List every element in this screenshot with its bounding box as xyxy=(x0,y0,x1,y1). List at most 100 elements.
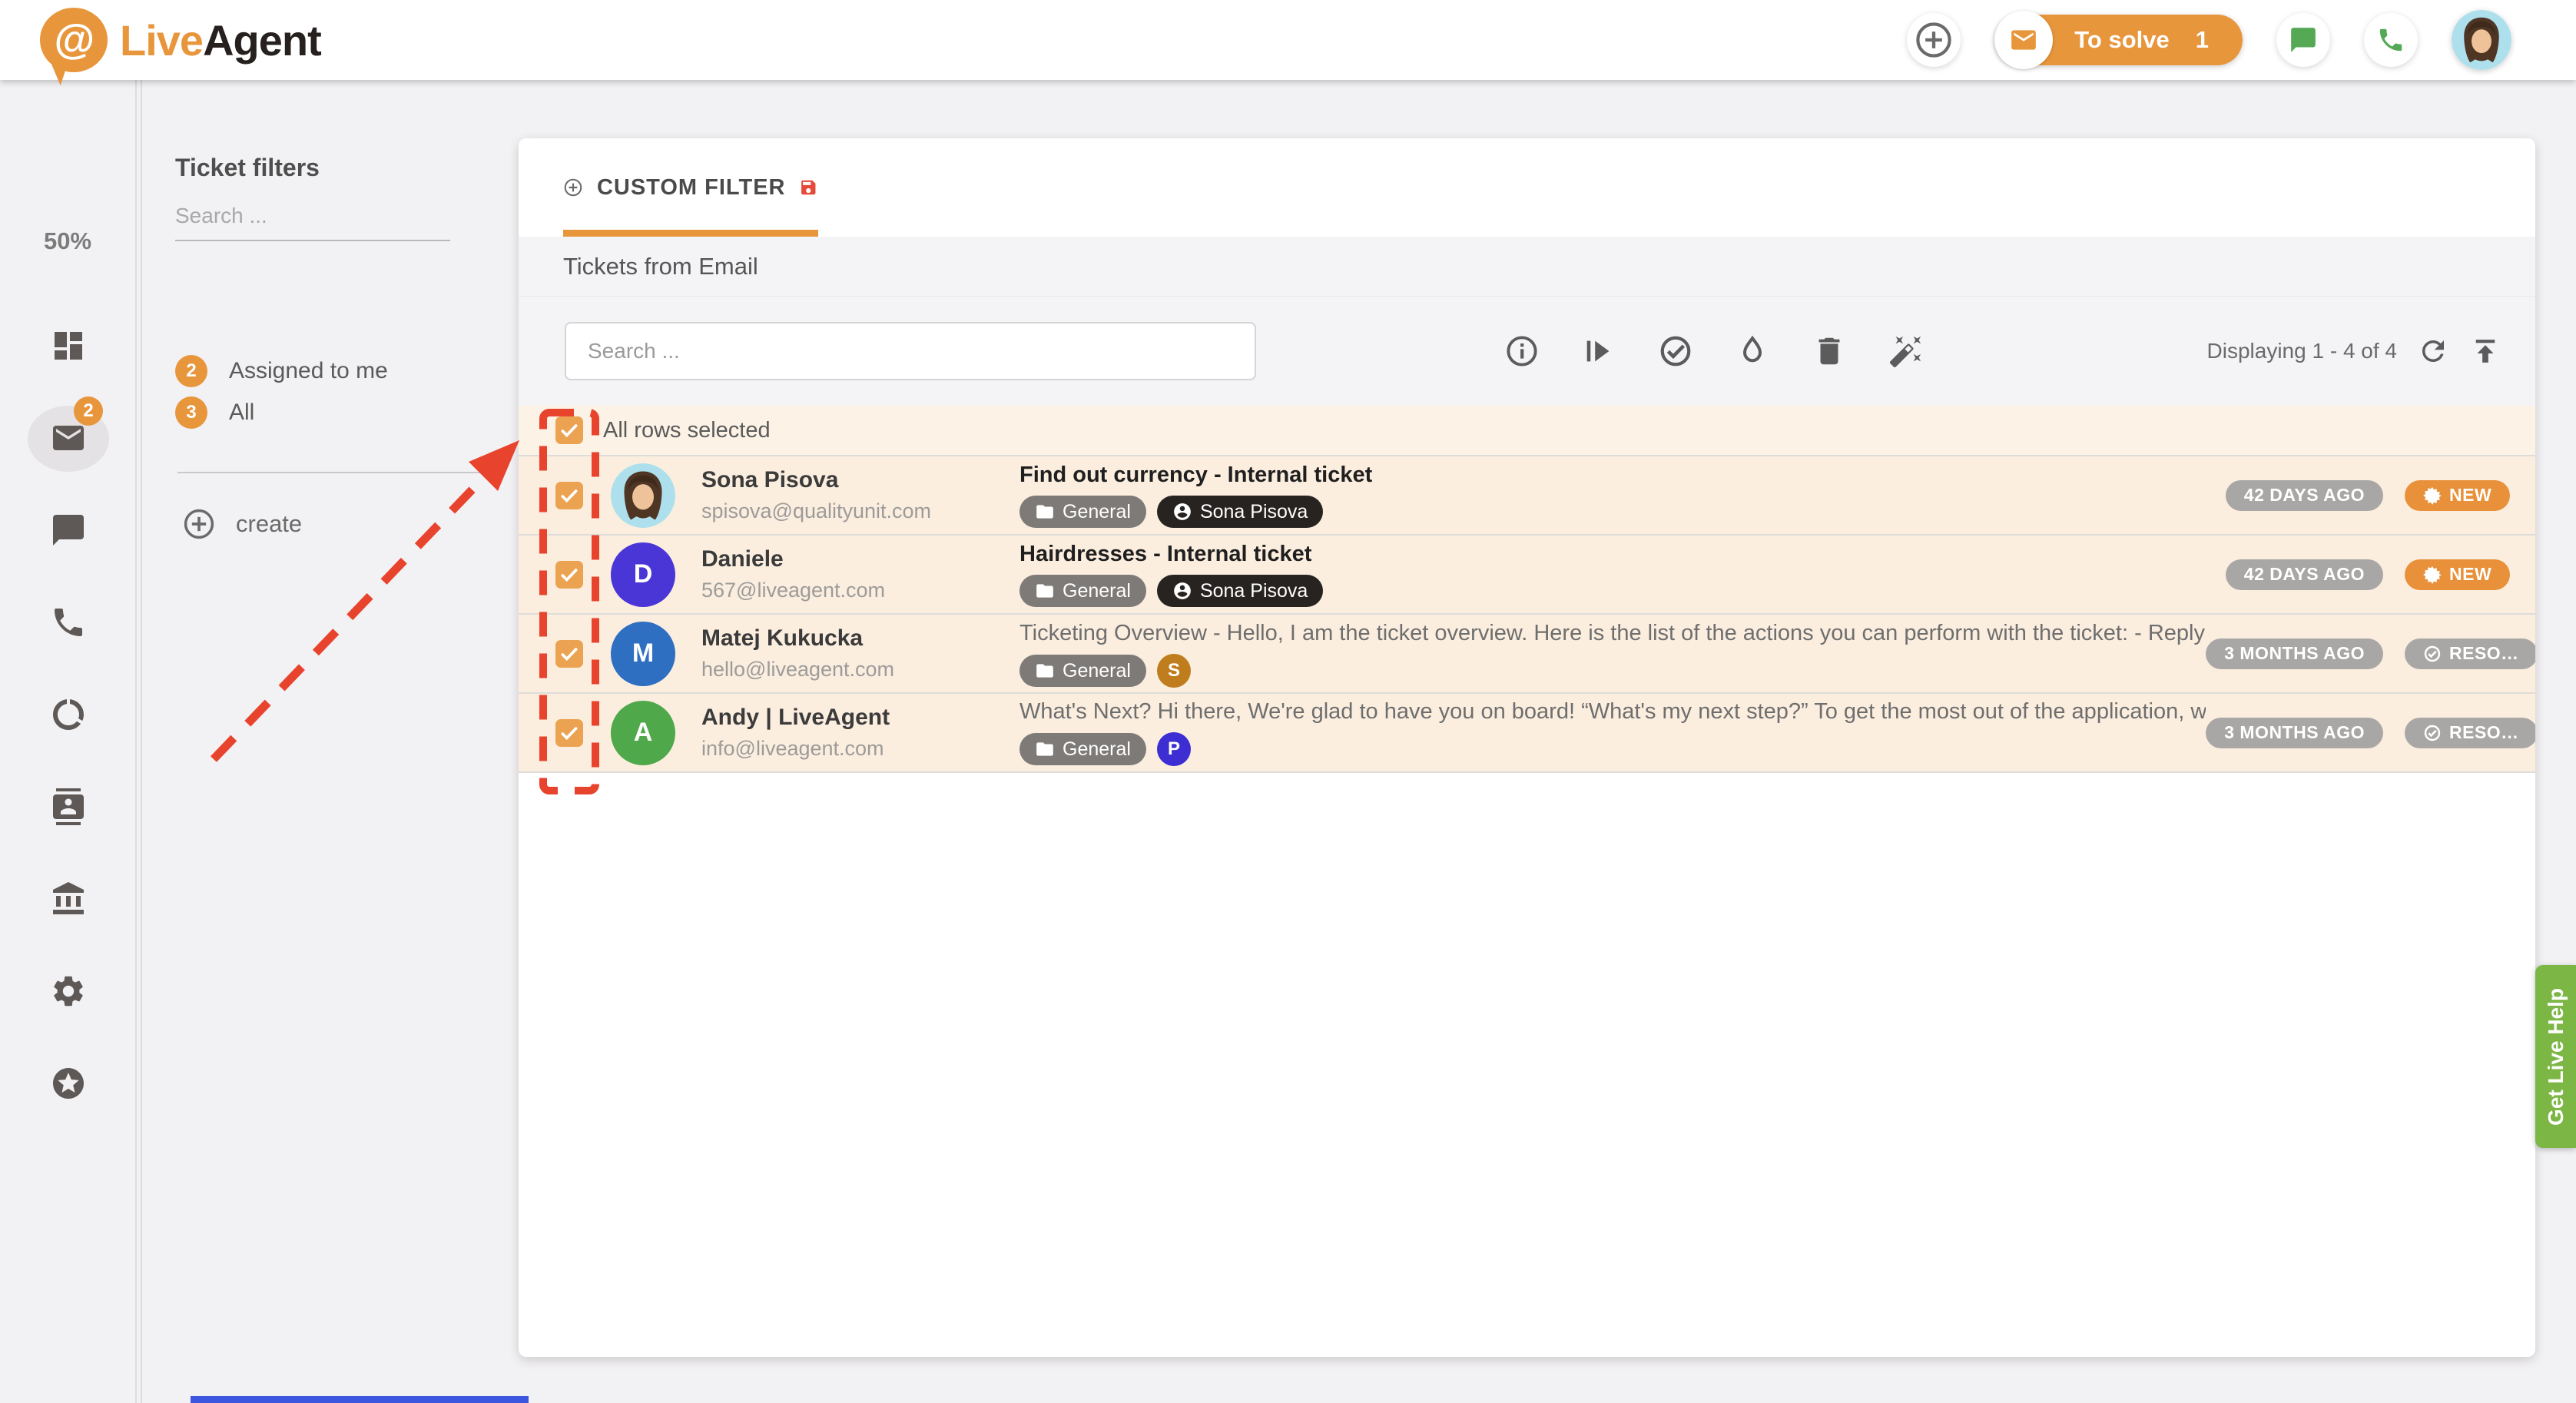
spam-button[interactable] xyxy=(1725,323,1780,379)
add-new-button[interactable] xyxy=(1907,13,1961,67)
status-badge: RESO… xyxy=(2405,638,2535,669)
filter-count-badge: 2 xyxy=(175,355,207,387)
person-circle-icon xyxy=(1172,502,1192,522)
to-solve-envelope-circle xyxy=(1994,11,2053,69)
mass-action-button[interactable] xyxy=(1878,323,1934,379)
empty-area xyxy=(519,773,2535,1342)
phone-icon xyxy=(50,604,87,641)
agent-tag[interactable]: Sona Pisova xyxy=(1157,575,1323,607)
ticket-subject[interactable]: Find out currency - Internal ticket xyxy=(1019,463,2218,488)
plus-circle-icon xyxy=(563,174,583,201)
tab-custom-filter[interactable]: CUSTOM FILTER xyxy=(563,138,818,237)
avatar-initial: D xyxy=(611,542,675,607)
trash-icon xyxy=(1812,333,1847,369)
agent-initial-tag[interactable]: P xyxy=(1157,732,1191,766)
contacts-icon xyxy=(50,788,87,825)
nav-tickets[interactable]: 2 xyxy=(0,400,137,476)
filter-label: Assigned to me xyxy=(229,358,388,384)
check-icon xyxy=(559,723,579,743)
refresh-icon[interactable] xyxy=(2417,335,2449,367)
get-live-help-button[interactable]: Get Live Help xyxy=(2535,965,2576,1148)
ticket-subject[interactable]: What's Next? Hi there, We're glad to hav… xyxy=(1019,699,2206,725)
create-filter-button[interactable]: create xyxy=(182,507,302,541)
delete-button[interactable] xyxy=(1802,323,1857,379)
status-badge: NEW xyxy=(2405,480,2510,511)
row-checkbox[interactable] xyxy=(555,561,583,589)
resolve-button[interactable] xyxy=(1648,323,1703,379)
liveagent-logo[interactable]: @ LiveAgent xyxy=(40,8,321,72)
tickets-count-badge: 2 xyxy=(74,396,103,426)
ticket-subject[interactable]: Hairdresses - Internal ticket xyxy=(1019,542,2218,567)
ticket-row[interactable]: A Andy | LiveAgent info@liveagent.com Wh… xyxy=(519,694,2535,773)
info-icon xyxy=(1504,333,1540,369)
ticket-row[interactable]: Sona Pisova spisova@qualityunit.com Find… xyxy=(519,456,2535,536)
app-root: @ LiveAgent To solve 1 xyxy=(0,0,2576,1403)
department-tag[interactable]: General xyxy=(1019,655,1146,687)
ticket-row[interactable]: D Daniele 567@liveagent.com Hairdresses … xyxy=(519,536,2535,615)
email-icon xyxy=(50,420,87,456)
folder-icon xyxy=(1035,661,1055,681)
nav-reports[interactable] xyxy=(0,676,137,753)
ticket-row[interactable]: M Matej Kukucka hello@liveagent.com Tick… xyxy=(519,615,2535,694)
avatar-photo xyxy=(611,463,675,528)
dashboard-icon xyxy=(50,327,87,364)
requester-info: Matej Kukucka hello@liveagent.com xyxy=(701,625,993,682)
save-icon[interactable] xyxy=(799,174,818,201)
plus-circle-icon xyxy=(182,507,216,541)
gear-icon xyxy=(50,973,87,1010)
folder-icon xyxy=(1035,581,1055,601)
tickets-toolbar: Displaying 1 - 4 of 4 xyxy=(519,296,2535,406)
row-checkbox[interactable] xyxy=(555,482,583,509)
new-seal-icon xyxy=(2423,486,2442,505)
displaying-count: Displaying 1 - 4 of 4 xyxy=(2207,339,2397,363)
tabs-row: CUSTOM FILTER xyxy=(519,138,2535,237)
plus-circle-icon xyxy=(1914,20,1954,60)
avatar xyxy=(611,463,675,528)
department-tag[interactable]: General xyxy=(1019,575,1146,607)
row-checkbox[interactable] xyxy=(555,719,583,747)
agent-initial-tag[interactable]: S xyxy=(1157,654,1191,688)
filter-all[interactable]: 3 All xyxy=(175,396,254,429)
filters-search-input[interactable] xyxy=(175,192,450,241)
filter-assigned-to-me[interactable]: 2 Assigned to me xyxy=(175,355,388,387)
calls-button[interactable] xyxy=(2364,13,2418,67)
ticket-age-badge: 42 DAYS AGO xyxy=(2226,559,2383,590)
tickets-search-input[interactable] xyxy=(565,322,1256,380)
department-tag[interactable]: General xyxy=(1019,496,1146,528)
filter-name: Tickets from Email xyxy=(563,253,758,280)
status-badge: NEW xyxy=(2405,559,2510,590)
ticket-age-badge: 42 DAYS AGO xyxy=(2226,480,2383,511)
create-label: create xyxy=(236,510,302,538)
select-all-checkbox[interactable] xyxy=(555,416,583,444)
requester-email: info@liveagent.com xyxy=(701,737,993,761)
requester-email: hello@liveagent.com xyxy=(701,658,993,682)
new-seal-icon xyxy=(2423,566,2442,584)
nav-dashboard[interactable] xyxy=(0,307,137,384)
tab-label: CUSTOM FILTER xyxy=(597,175,786,201)
requester-name: Sona Pisova xyxy=(701,467,993,493)
transfer-button[interactable] xyxy=(1571,323,1626,379)
transfer-arrow-icon xyxy=(1581,333,1616,369)
check-icon xyxy=(559,644,579,664)
nav-calls[interactable] xyxy=(0,584,137,661)
info-button[interactable] xyxy=(1494,323,1550,379)
nav-customers[interactable] xyxy=(0,768,137,845)
scroll-top-icon[interactable] xyxy=(2469,335,2501,367)
nav-billing[interactable] xyxy=(0,861,137,937)
to-solve-count: 1 xyxy=(2196,26,2209,54)
folder-icon xyxy=(1035,739,1055,759)
check-circle-icon xyxy=(1658,333,1693,369)
to-solve-label: To solve xyxy=(2074,26,2169,54)
chats-button[interactable] xyxy=(2276,13,2330,67)
nav-chats[interactable] xyxy=(0,492,137,569)
magic-wand-icon xyxy=(1888,333,1924,369)
department-tag[interactable]: General xyxy=(1019,733,1146,765)
nav-starred[interactable] xyxy=(0,1045,137,1122)
agent-tag[interactable]: Sona Pisova xyxy=(1157,496,1323,528)
user-avatar[interactable] xyxy=(2452,10,2511,70)
nav-settings[interactable] xyxy=(0,953,137,1030)
ticket-subject[interactable]: Ticketing Overview - Hello, I am the tic… xyxy=(1019,619,2206,646)
requester-email: spisova@qualityunit.com xyxy=(701,499,993,523)
row-checkbox[interactable] xyxy=(555,640,583,668)
to-solve-button[interactable]: To solve 1 xyxy=(1994,15,2243,65)
